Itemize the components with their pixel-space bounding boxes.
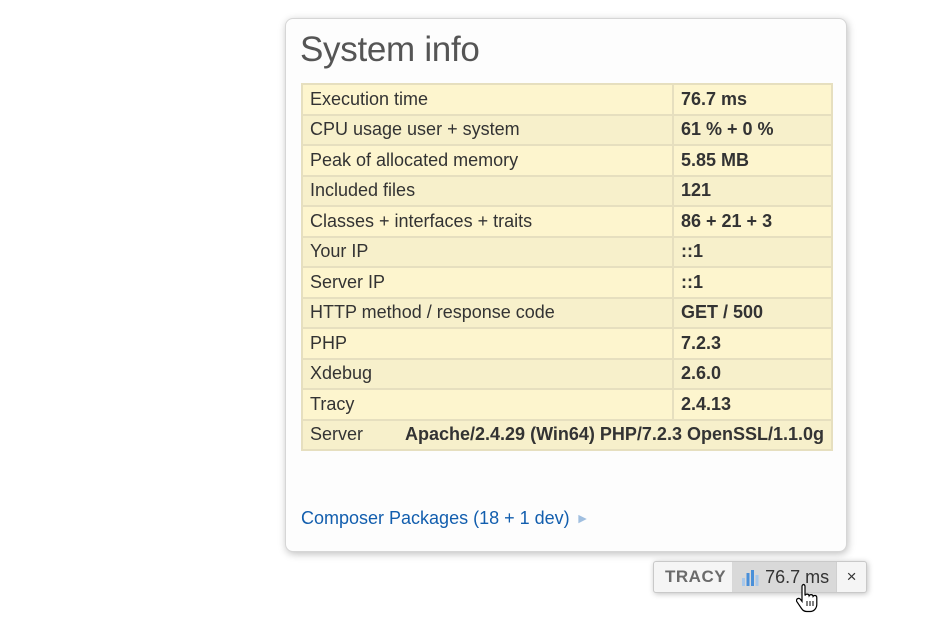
tracy-logo[interactable]: TRACY <box>654 562 734 592</box>
execution-time-panel-toggle[interactable]: 76.7 ms <box>733 562 837 592</box>
row-value: 121 <box>672 174 833 207</box>
row-label: CPU usage user + system <box>301 113 674 146</box>
triangle-right-icon: ► <box>575 510 590 526</box>
row-label: HTTP method / response code <box>301 296 674 329</box>
row-label: Execution time <box>301 83 674 116</box>
table-row-server: Server Apache/2.4.29 (Win64) PHP/7.2.3 Op… <box>301 418 833 451</box>
row-label: Included files <box>301 174 674 207</box>
tracy-debug-bar: TRACY 76.7 ms × <box>653 561 868 593</box>
table-row: Tracy 2.4.13 <box>301 388 833 421</box>
row-value: 7.2.3 <box>672 327 833 360</box>
bar-chart-icon <box>742 569 759 586</box>
row-value: 86 + 21 + 3 <box>672 205 833 238</box>
row-label: PHP <box>301 327 674 360</box>
row-value: 2.4.13 <box>672 388 833 421</box>
row-label: Xdebug <box>301 357 674 390</box>
table-row: HTTP method / response code GET / 500 <box>301 296 833 329</box>
row-label: Classes + interfaces + traits <box>301 205 674 238</box>
table-row: Peak of allocated memory 5.85 MB <box>301 144 833 177</box>
row-value: 2.6.0 <box>672 357 833 390</box>
table-row: CPU usage user + system 61 % + 0 % <box>301 113 833 146</box>
row-value: 61 % + 0 % <box>672 113 833 146</box>
row-label: Peak of allocated memory <box>301 144 674 177</box>
close-icon[interactable]: × <box>836 562 866 592</box>
composer-link-label: Composer Packages (18 + 1 dev) <box>301 508 570 528</box>
table-row: Classes + interfaces + traits 86 + 21 + … <box>301 205 833 238</box>
server-label: Server <box>310 424 364 445</box>
row-value: GET / 500 <box>672 296 833 329</box>
row-value: 76.7 ms <box>672 83 833 116</box>
table-row: Execution time 76.7 ms <box>301 83 833 116</box>
composer-packages-link[interactable]: Composer Packages (18 + 1 dev) ► <box>301 508 590 529</box>
table-row: Server IP ::1 <box>301 266 833 299</box>
panel-title: System info <box>300 30 480 69</box>
server-value: Apache/2.4.29 (Win64) PHP/7.2.3 OpenSSL/… <box>405 424 824 445</box>
hand-pointer-cursor-icon <box>796 583 818 613</box>
row-label: Tracy <box>301 388 674 421</box>
row-value: ::1 <box>672 266 833 299</box>
system-info-table: Execution time 76.7 ms CPU usage user + … <box>301 83 833 451</box>
system-info-panel: System info Execution time 76.7 ms CPU u… <box>285 18 847 552</box>
row-value: ::1 <box>672 235 833 268</box>
row-label: Your IP <box>301 235 674 268</box>
table-row: PHP 7.2.3 <box>301 327 833 360</box>
table-row: Your IP ::1 <box>301 235 833 268</box>
table-row: Xdebug 2.6.0 <box>301 357 833 390</box>
row-value: 5.85 MB <box>672 144 833 177</box>
table-row: Included files 121 <box>301 174 833 207</box>
server-cell: Server Apache/2.4.29 (Win64) PHP/7.2.3 Op… <box>301 418 833 451</box>
row-label: Server IP <box>301 266 674 299</box>
